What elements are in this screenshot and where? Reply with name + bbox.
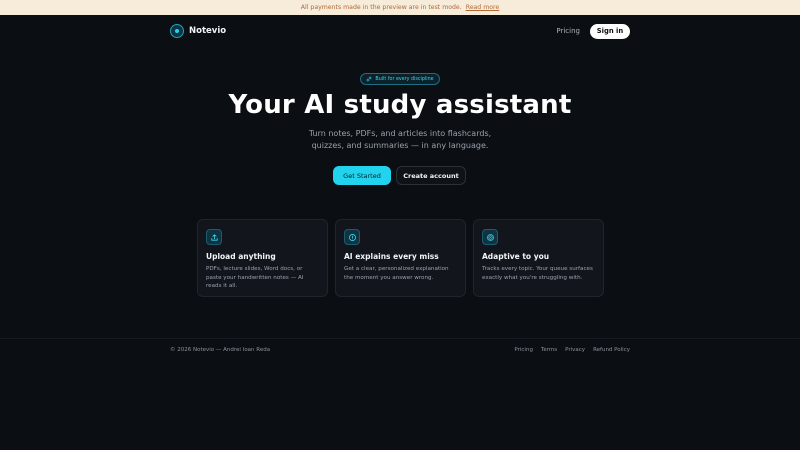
feature-description: PDFs, lecture slides, Word docs, or past… xyxy=(206,266,304,289)
logo-icon xyxy=(170,24,184,38)
hero-subtitle: Turn notes, PDFs, and articles into flas… xyxy=(250,128,550,152)
hero-title: Your AI study assistant xyxy=(228,90,572,120)
feature-card-explains: AI explains every miss Get a clear, pers… xyxy=(335,219,466,297)
footer-links: Pricing Terms Privacy Refund Policy xyxy=(514,347,630,353)
feature-card-upload: Upload anything PDFs, lecture slides, Wo… xyxy=(197,219,328,297)
get-started-button[interactable]: Get Started xyxy=(333,166,391,185)
banner-read-more-link[interactable]: Read more xyxy=(466,4,500,11)
footer-link-pricing[interactable]: Pricing xyxy=(514,347,533,353)
feature-card-adaptive: Adaptive to you Tracks every topic. Your… xyxy=(473,219,604,297)
link-icon xyxy=(367,76,372,82)
nav-actions: Pricing Sign in xyxy=(556,23,630,39)
footer-link-refund-policy[interactable]: Refund Policy xyxy=(593,347,630,353)
footer-link-privacy[interactable]: Privacy xyxy=(565,347,585,353)
top-navigation: Notevio Pricing Sign in xyxy=(170,23,630,39)
banner-text: All payments made in the preview are in … xyxy=(300,4,462,11)
hero-subtitle-line-2: quizzes, and summaries — in any language… xyxy=(311,141,489,150)
target-icon xyxy=(482,229,498,245)
feature-title: Upload anything xyxy=(206,252,276,261)
brand-name: Notevio xyxy=(189,26,227,36)
feature-description: Tracks every topic. Your queue surfaces … xyxy=(482,266,593,281)
cta-row: Get Started Create account xyxy=(333,166,466,185)
footer-divider xyxy=(0,338,800,339)
feature-cards: Upload anything PDFs, lecture slides, Wo… xyxy=(197,219,604,297)
nav-pricing-link[interactable]: Pricing xyxy=(556,27,580,35)
footer-link-terms[interactable]: Terms xyxy=(541,347,557,353)
upload-icon xyxy=(206,229,222,245)
brand[interactable]: Notevio xyxy=(170,24,226,38)
discipline-badge-label: Built for every discipline xyxy=(375,76,434,82)
feature-title: AI explains every miss xyxy=(344,252,439,261)
sign-in-button[interactable]: Sign in xyxy=(590,23,630,39)
footer-copyright: © 2026 Notevio — Andrei Ioan Reda xyxy=(170,347,271,353)
feature-title: Adaptive to you xyxy=(482,252,550,261)
feature-description: Get a clear, personalized explanation th… xyxy=(344,266,449,281)
hero-subtitle-line-1: Turn notes, PDFs, and articles into flas… xyxy=(308,129,492,138)
test-mode-banner: All payments made in the preview are in … xyxy=(0,0,800,15)
info-icon xyxy=(344,229,360,245)
create-account-button[interactable]: Create account xyxy=(396,166,466,185)
footer: © 2026 Notevio — Andrei Ioan Reda Pricin… xyxy=(170,345,630,355)
discipline-badge: Built for every discipline xyxy=(360,73,440,85)
